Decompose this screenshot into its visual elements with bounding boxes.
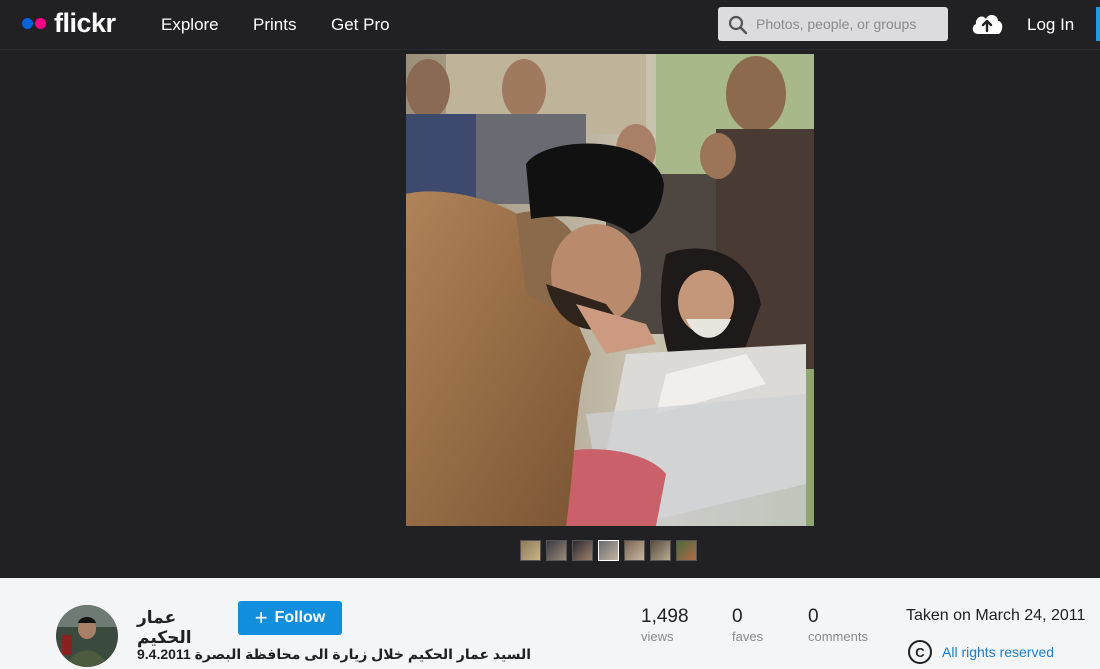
logo-pink-dot: [35, 18, 46, 29]
faves-count: 0: [732, 606, 743, 627]
thumbnail[interactable]: [624, 540, 645, 561]
thumbnail[interactable]: [676, 540, 697, 561]
views-stat: 1,498 views: [641, 606, 689, 645]
upload-cloud-icon[interactable]: [970, 10, 1004, 36]
nav-explore[interactable]: Explore: [161, 15, 219, 35]
thumbnail[interactable]: [572, 540, 593, 561]
taken-date[interactable]: Taken on March 24, 2011: [906, 607, 1085, 625]
views-count: 1,498: [641, 606, 689, 627]
author-name[interactable]: عمار الحكيم: [137, 608, 219, 648]
author-avatar[interactable]: [56, 605, 118, 667]
thumbnail[interactable]: [546, 540, 567, 561]
follow-button[interactable]: + Follow: [238, 601, 342, 635]
license-info: C All rights reserved: [908, 640, 1054, 664]
rights-link[interactable]: All rights reserved: [942, 644, 1054, 660]
photo-info-bar: عمار الحكيم + Follow السيد عمار الحكيم خ…: [0, 578, 1100, 669]
flickr-logo[interactable]: flickr: [22, 10, 116, 37]
top-nav: flickr Explore Prints Get Pro Log In: [0, 0, 1100, 50]
comments-label: comments: [808, 629, 868, 644]
photo-stage: [0, 50, 1100, 578]
copyright-icon: C: [908, 640, 932, 664]
thumbnail[interactable]: [650, 540, 671, 561]
comments-count: 0: [808, 606, 819, 627]
login-link[interactable]: Log In: [1027, 15, 1074, 35]
nav-get-pro[interactable]: Get Pro: [331, 15, 390, 35]
logo-blue-dot: [22, 18, 33, 29]
views-label: views: [641, 629, 674, 644]
comments-stat: 0 comments: [808, 606, 868, 645]
thumbnail-current[interactable]: [598, 540, 619, 561]
search-input[interactable]: [756, 7, 942, 41]
main-photo[interactable]: [406, 54, 814, 526]
search-icon: [728, 15, 748, 35]
thumbnail[interactable]: [520, 540, 541, 561]
faves-stat: 0 faves: [732, 606, 763, 645]
faves-label: faves: [732, 629, 764, 644]
photo-caption: السيد عمار الحكيم خلال زيارة الى محافظة …: [137, 646, 532, 662]
follow-label: Follow: [274, 609, 326, 626]
thumbnail-strip: [520, 540, 697, 561]
nav-prints[interactable]: Prints: [253, 15, 296, 35]
signup-button-edge[interactable]: [1096, 7, 1100, 41]
plus-icon: +: [254, 605, 268, 630]
search-box[interactable]: [718, 7, 948, 41]
logo-wordmark: flickr: [54, 8, 116, 38]
